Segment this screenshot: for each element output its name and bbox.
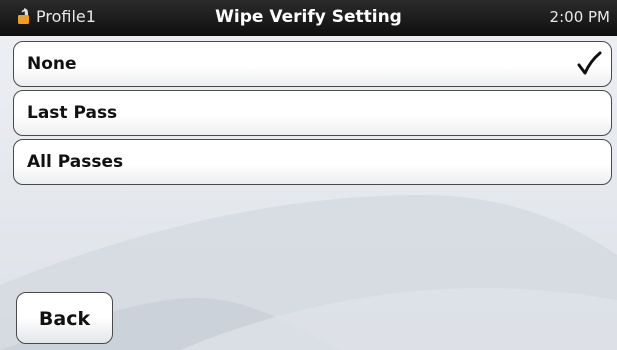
option-all-passes[interactable]: All Passes	[13, 139, 612, 185]
checkmark-icon	[577, 51, 602, 75]
unlocked-padlock-icon	[18, 8, 29, 24]
option-label: All Passes	[27, 152, 124, 172]
option-label: Last Pass	[27, 103, 118, 123]
option-last-pass[interactable]: Last Pass	[13, 90, 612, 136]
option-none[interactable]: None	[13, 41, 612, 87]
back-button-label: Back	[38, 308, 91, 330]
profile-name: Profile1	[36, 7, 96, 26]
status-bar: Profile1 Wipe Verify Setting 2:00 PM	[0, 0, 617, 36]
back-button[interactable]: Back	[16, 292, 113, 344]
option-label: None	[27, 54, 77, 74]
clock-time: 2:00 PM	[549, 8, 610, 26]
